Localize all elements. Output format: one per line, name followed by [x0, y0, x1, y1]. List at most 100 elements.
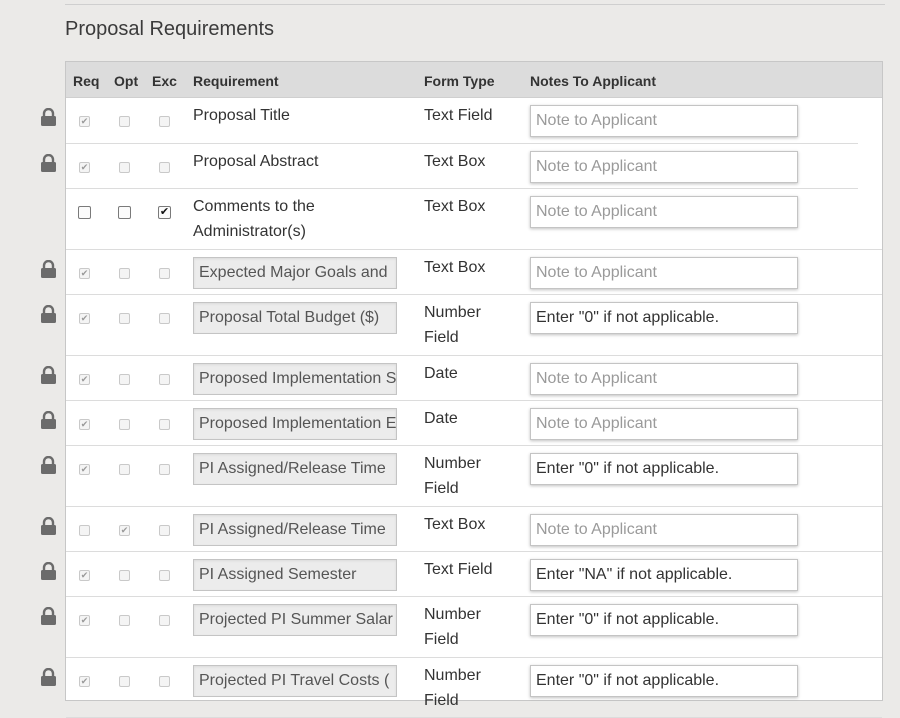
requirement-name-field[interactable]: Proposal Total Budget ($) — [193, 302, 397, 334]
req-checkbox[interactable]: ✔ — [79, 313, 90, 324]
opt-checkbox[interactable] — [119, 268, 130, 279]
note-to-applicant-input[interactable] — [530, 257, 798, 289]
header-form-type: Form Type — [424, 73, 495, 89]
requirement-name-field[interactable]: Projected PI Travel Costs ( — [193, 665, 397, 697]
header-notes: Notes To Applicant — [530, 73, 656, 89]
top-divider — [65, 4, 885, 5]
opt-checkbox[interactable] — [119, 374, 130, 385]
requirement-label: Proposal Abstract — [193, 153, 319, 170]
form-type: Number Field — [424, 300, 481, 350]
form-type: Number Field — [424, 663, 481, 713]
opt-checkbox[interactable] — [119, 116, 130, 127]
lock-icon — [40, 516, 57, 535]
table-header: Req Opt Exc Requirement Form Type Notes … — [66, 62, 882, 98]
exc-checkbox[interactable] — [159, 419, 170, 430]
form-type-line: Number — [424, 455, 481, 472]
exc-checkbox[interactable] — [159, 676, 170, 687]
exc-checkbox[interactable]: ✔ — [158, 206, 171, 219]
header-req: Req — [73, 73, 100, 89]
req-checkbox[interactable]: ✔ — [79, 162, 90, 173]
note-to-applicant-input[interactable] — [530, 151, 798, 183]
opt-checkbox[interactable] — [118, 206, 131, 219]
lock-icon — [40, 667, 57, 686]
form-type: Text Field — [424, 107, 493, 124]
lock-icon — [40, 107, 57, 126]
table-row: ✔ Proposal Abstract Text Box — [66, 144, 858, 189]
table-row: ✔ Proposed Implementation E Date — [66, 401, 882, 446]
req-checkbox[interactable] — [79, 525, 90, 536]
requirement-name-field[interactable]: Expected Major Goals and — [193, 257, 397, 289]
opt-checkbox[interactable]: ✔ — [119, 525, 130, 536]
req-checkbox[interactable]: ✔ — [79, 374, 90, 385]
exc-checkbox[interactable] — [159, 570, 170, 581]
req-checkbox[interactable]: ✔ — [79, 570, 90, 581]
exc-checkbox[interactable] — [159, 615, 170, 626]
table-row: ✔ PI Assigned/Release Time Text Box — [66, 507, 882, 552]
opt-checkbox[interactable] — [119, 313, 130, 324]
req-checkbox[interactable] — [78, 206, 91, 219]
requirement-name-field[interactable]: PI Assigned/Release Time — [193, 453, 397, 485]
form-type: Date — [424, 365, 458, 382]
note-to-applicant-input[interactable] — [530, 302, 798, 334]
checkmark-icon: ✔ — [80, 374, 89, 384]
checkmark-icon: ✔ — [120, 525, 129, 535]
requirement-name-field[interactable]: PI Assigned/Release Time — [193, 514, 397, 546]
note-to-applicant-input[interactable] — [530, 408, 798, 440]
lock-icon — [40, 153, 57, 172]
form-type: Text Box — [424, 516, 486, 533]
lock-icon — [40, 455, 57, 474]
table-row: ✔ Proposal Total Budget ($) Number Field — [66, 295, 882, 356]
requirement-name-field[interactable]: Proposed Implementation S — [193, 363, 397, 395]
form-type: Number Field — [424, 602, 481, 652]
note-to-applicant-input[interactable] — [530, 363, 798, 395]
requirement-name-field[interactable]: PI Assigned Semester — [193, 559, 397, 591]
requirement-name-field[interactable]: Projected PI Summer Salar — [193, 604, 397, 636]
note-to-applicant-input[interactable] — [530, 453, 798, 485]
lock-icon — [40, 561, 57, 580]
note-to-applicant-input[interactable] — [530, 196, 798, 228]
req-checkbox[interactable]: ✔ — [79, 615, 90, 626]
checkmark-icon: ✔ — [80, 570, 89, 580]
form-type: Date — [424, 410, 458, 427]
opt-checkbox[interactable] — [119, 615, 130, 626]
exc-checkbox[interactable] — [159, 374, 170, 385]
req-checkbox[interactable]: ✔ — [79, 676, 90, 687]
lock-icon — [40, 606, 57, 625]
form-type-line: Number — [424, 304, 481, 321]
table-row: ✔ Comments to the Administrator(s) Text Box — [66, 189, 882, 250]
opt-checkbox[interactable] — [119, 464, 130, 475]
exc-checkbox[interactable] — [159, 464, 170, 475]
note-to-applicant-input[interactable] — [530, 559, 798, 591]
checkmark-icon: ✔ — [80, 268, 89, 278]
requirement-label-line: Administrator(s) — [193, 223, 306, 240]
opt-checkbox[interactable] — [119, 676, 130, 687]
requirement-name-field[interactable]: Proposed Implementation E — [193, 408, 397, 440]
exc-checkbox[interactable] — [159, 116, 170, 127]
exc-checkbox[interactable] — [159, 313, 170, 324]
note-to-applicant-input[interactable] — [530, 665, 798, 697]
note-to-applicant-input[interactable] — [530, 105, 798, 137]
checkmark-icon: ✔ — [80, 464, 89, 474]
req-checkbox[interactable]: ✔ — [79, 464, 90, 475]
opt-checkbox[interactable] — [119, 162, 130, 173]
form-type-line: Field — [424, 631, 459, 648]
form-type: Number Field — [424, 451, 481, 501]
requirement-label-line: Comments to the — [193, 198, 315, 215]
exc-checkbox[interactable] — [159, 525, 170, 536]
exc-checkbox[interactable] — [159, 162, 170, 173]
table-row: ✔ PI Assigned Semester Text Field — [66, 552, 882, 597]
opt-checkbox[interactable] — [119, 419, 130, 430]
req-checkbox[interactable]: ✔ — [79, 419, 90, 430]
opt-checkbox[interactable] — [119, 570, 130, 581]
note-to-applicant-input[interactable] — [530, 604, 798, 636]
req-checkbox[interactable]: ✔ — [79, 116, 90, 127]
form-type: Text Box — [424, 259, 486, 276]
form-type-line: Number — [424, 606, 481, 623]
checkmark-icon: ✔ — [80, 116, 89, 126]
page-title: Proposal Requirements — [65, 18, 274, 40]
table-row: ✔ Projected PI Summer Salar Number Field — [66, 597, 882, 658]
checkmark-icon: ✔ — [80, 419, 89, 429]
exc-checkbox[interactable] — [159, 268, 170, 279]
req-checkbox[interactable]: ✔ — [79, 268, 90, 279]
note-to-applicant-input[interactable] — [530, 514, 798, 546]
